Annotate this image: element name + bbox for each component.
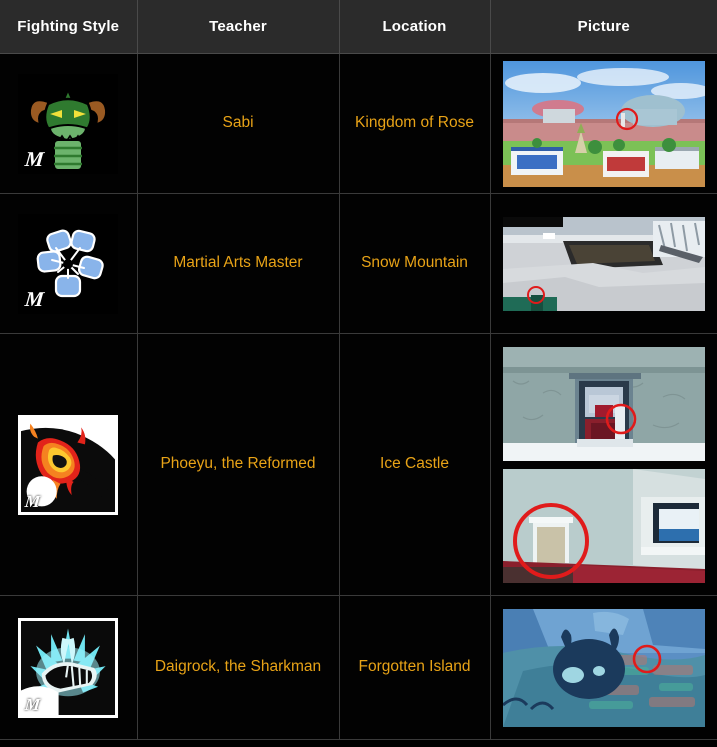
picture-cell xyxy=(489,333,717,596)
blue-five-fists-icon: M xyxy=(18,213,119,314)
table-row: M Sabi Kingdom of Rose xyxy=(0,53,717,194)
table-row: M xyxy=(0,595,717,740)
picture-cell xyxy=(489,193,717,334)
forgotten-island-art xyxy=(502,608,705,727)
watermark-letter: M xyxy=(24,146,46,171)
location-name: Kingdom of Rose xyxy=(338,53,491,194)
flaming-fist-icon: M xyxy=(18,414,119,515)
cyan-energy-fist-icon: M xyxy=(18,617,119,718)
location-name: Forgotten Island xyxy=(338,595,491,740)
snow-mountain-pond-screenshot[interactable] xyxy=(502,216,705,311)
watermark-letter: M xyxy=(24,491,42,511)
ice-castle-interior-art xyxy=(502,468,705,583)
fighting-style-table-page: Fighting Style Teacher Location Picture … xyxy=(0,0,717,747)
picture-cell xyxy=(489,595,717,740)
fighting-style-icon-cell: M xyxy=(0,53,138,194)
watermark-letter: M xyxy=(24,286,46,311)
teacher-name: Daigrock, the Sharkman xyxy=(136,595,340,740)
teacher-name: Martial Arts Master xyxy=(136,193,340,334)
column-header-picture[interactable]: Picture xyxy=(489,0,717,54)
green-dragon-head-icon: M xyxy=(18,73,119,174)
ice-castle-entrance-art xyxy=(502,346,705,461)
snow-mountain-art xyxy=(502,216,705,311)
fighting-style-icon-cell: M xyxy=(0,595,138,740)
kingdom-of-rose-city-screenshot[interactable] xyxy=(502,60,705,187)
teacher-name: Sabi xyxy=(136,53,340,194)
location-name: Ice Castle xyxy=(338,333,491,596)
forgotten-island-skull-screenshot[interactable] xyxy=(502,608,705,727)
picture-cell xyxy=(489,53,717,194)
watermark-letter: M xyxy=(24,694,42,714)
column-header-fighting-style[interactable]: Fighting Style xyxy=(0,0,138,54)
table-header-row: Fighting Style Teacher Location Picture xyxy=(0,0,717,54)
ice-castle-entrance-screenshot[interactable] xyxy=(502,346,705,461)
table-body: M Sabi Kingdom of Rose M Martial Arts Ma… xyxy=(0,53,717,740)
location-name: Snow Mountain xyxy=(338,193,491,334)
fighting-style-icon-cell: M xyxy=(0,193,138,334)
kingdom-screenshot-art xyxy=(502,60,705,187)
table-row: M xyxy=(0,193,717,334)
fighting-styles-table: Fighting Style Teacher Location Picture … xyxy=(0,0,717,740)
teacher-name: Phoeyu, the Reformed xyxy=(136,333,340,596)
fighting-style-icon-cell: M xyxy=(0,333,138,596)
ice-castle-interior-screenshot[interactable] xyxy=(502,468,705,583)
column-header-teacher[interactable]: Teacher xyxy=(136,0,340,54)
column-header-location[interactable]: Location xyxy=(338,0,491,54)
table-row: M xyxy=(0,333,717,596)
table-header: Fighting Style Teacher Location Picture xyxy=(0,0,717,54)
